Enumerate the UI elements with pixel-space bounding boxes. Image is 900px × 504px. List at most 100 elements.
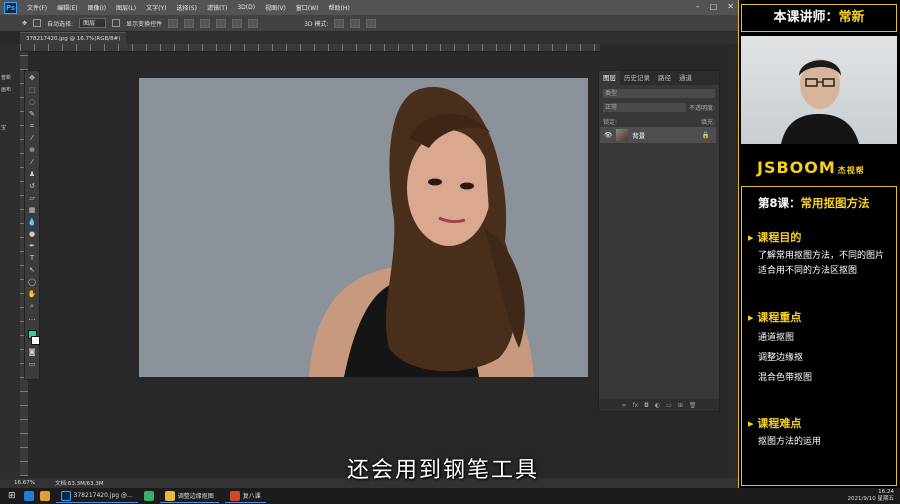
clone-stamp-icon[interactable]: ♟ xyxy=(28,170,37,179)
auto-select-checkbox[interactable] xyxy=(33,19,42,27)
layer-kind-filter[interactable]: 类型 xyxy=(603,88,715,98)
lock-label: 锁定: xyxy=(603,118,618,126)
menu-edit[interactable]: 编辑(E) xyxy=(57,3,77,12)
taskbar-item-label: 复八课 xyxy=(242,493,261,500)
blend-mode-select[interactable]: 正常 xyxy=(603,102,686,112)
quick-mask-icon[interactable]: ◙ xyxy=(28,348,37,357)
close-icon[interactable]: ✕ xyxy=(727,2,734,11)
tab-history[interactable]: 历史记录 xyxy=(620,71,654,85)
zoom-icon[interactable]: ⌕ xyxy=(28,302,37,311)
align-center-icon[interactable] xyxy=(232,18,243,28)
menu-3d[interactable]: 3D(D) xyxy=(237,4,255,11)
screen-mode-icon[interactable]: ▭ xyxy=(28,360,37,369)
type-icon[interactable]: T xyxy=(28,254,37,263)
auto-select-dropdown[interactable]: 图层 xyxy=(79,18,107,28)
layer-row-background[interactable]: 👁 背景 🔒 xyxy=(600,127,716,143)
move-icon[interactable]: ✥ xyxy=(28,74,37,83)
taskbar-item-ppt[interactable]: 复八课 xyxy=(224,489,266,503)
menu-file[interactable]: 文件(F) xyxy=(27,3,47,12)
key-heading: 课程重点 xyxy=(748,309,801,325)
key-item: 混合色带抠图 xyxy=(758,373,813,383)
clock-date: 2021/9/10 星期五 xyxy=(847,496,894,502)
menu-window[interactable]: 窗口(W) xyxy=(296,3,319,12)
document-tab[interactable]: 378217420.jpg @ 16.7%(RGB/8#) xyxy=(20,32,127,44)
history-brush-icon[interactable]: ↺ xyxy=(28,182,37,191)
layer-style-icon[interactable]: fx xyxy=(633,402,639,409)
vertical-scrollbar[interactable] xyxy=(727,44,735,478)
3d-pan-icon[interactable] xyxy=(366,18,377,28)
hand-icon[interactable]: ✋ xyxy=(28,290,37,299)
align-bottom-icon[interactable] xyxy=(200,18,211,28)
gradient-icon[interactable]: ▦ xyxy=(28,206,37,215)
menu-select[interactable]: 选择(S) xyxy=(176,3,197,12)
pen-icon[interactable]: ✒ xyxy=(28,242,37,251)
delete-layer-icon[interactable]: 🗑 xyxy=(689,402,697,409)
menu-help[interactable]: 帮助(H) xyxy=(329,3,350,12)
mode-3d-label: 3D 模式: xyxy=(304,20,329,28)
menu-filter[interactable]: 滤镜(T) xyxy=(207,3,227,12)
align-middle-icon[interactable] xyxy=(184,18,195,28)
tab-channels[interactable]: 通道 xyxy=(675,71,696,85)
align-left-icon[interactable] xyxy=(216,18,227,28)
search-icon[interactable] xyxy=(23,491,34,501)
healing-brush-icon[interactable]: ⊕ xyxy=(28,146,37,155)
3d-rotate-icon[interactable] xyxy=(334,18,345,28)
app-icon[interactable] xyxy=(143,491,154,501)
start-icon[interactable]: ⊞ xyxy=(0,491,24,501)
lasso-icon[interactable]: ◌ xyxy=(28,98,37,107)
tab-layers[interactable]: 图层 xyxy=(599,71,620,85)
show-transform-checkbox[interactable] xyxy=(112,19,121,27)
3d-roll-icon[interactable] xyxy=(350,18,361,28)
key-item: 通道抠图 xyxy=(758,333,795,343)
minimize-icon[interactable]: – xyxy=(696,2,700,11)
menu-type[interactable]: 文字(Y) xyxy=(146,3,166,12)
shape-icon[interactable]: ◯ xyxy=(28,278,37,287)
move-tool-icon[interactable]: ✥ xyxy=(22,20,27,27)
background-color-swatch[interactable] xyxy=(30,336,40,345)
marquee-icon[interactable]: ⬚ xyxy=(28,86,37,95)
add-mask-icon[interactable]: ◘ xyxy=(644,402,649,409)
tab-paths[interactable]: 路径 xyxy=(654,71,675,85)
layer-name: 背景 xyxy=(632,132,646,140)
taskbar-item-folder[interactable]: 调整边缘抠图 xyxy=(159,489,219,503)
brush-icon[interactable]: ⁄ xyxy=(28,158,37,167)
align-right-icon[interactable] xyxy=(248,18,259,28)
quick-select-icon[interactable]: ✎ xyxy=(28,110,37,119)
menu-image[interactable]: 图像(I) xyxy=(88,3,106,12)
difficulty-heading: 课程难点 xyxy=(748,415,801,431)
eraser-icon[interactable]: ▱ xyxy=(28,194,37,203)
document-size: 文档:63.3M/63.3M xyxy=(54,481,104,487)
blur-icon[interactable]: 💧 xyxy=(28,218,37,227)
maximize-icon[interactable]: □ xyxy=(710,2,718,11)
new-group-icon[interactable]: ▭ xyxy=(666,402,672,409)
goal-heading: 课程目的 xyxy=(748,229,801,245)
difficulty-item: 抠图方法的运用 xyxy=(758,437,822,447)
taskbar-item-photoshop[interactable]: 378217420.jpg @... xyxy=(55,489,138,503)
path-select-icon[interactable]: ↖ xyxy=(28,266,37,275)
webcam-view xyxy=(741,36,897,144)
crop-icon[interactable]: ⌗ xyxy=(28,122,37,131)
course-sidebar: 本课讲师：常新 JSBOOM杰视帮 第8课：常用抠图方法 课程目的 了解常用抠图… xyxy=(738,0,900,488)
presentation-icon xyxy=(229,490,240,501)
adjustment-layer-icon[interactable]: ◐ xyxy=(655,402,660,409)
chrome-icon[interactable] xyxy=(39,491,50,501)
zoom-level[interactable]: 16.67% xyxy=(14,480,35,486)
document-canvas[interactable] xyxy=(139,78,588,377)
link-layers-icon[interactable]: ∞ xyxy=(622,402,627,409)
teacher-name: 常新 xyxy=(838,10,865,25)
visibility-eye-icon[interactable]: 👁 xyxy=(604,131,612,139)
align-top-icon[interactable] xyxy=(168,18,179,28)
lesson-box: 第8课：常用抠图方法 课程目的 了解常用抠图方法，不同的图片适合用不同的方法区抠… xyxy=(741,186,897,486)
menu-view[interactable]: 视图(V) xyxy=(265,3,286,12)
system-clock[interactable]: 16:24 2021/9/10 星期五 xyxy=(848,489,894,503)
tools-panel: ✥ ⬚ ◌ ✎ ⌗ ⁄ ⊕ ⁄ ♟ ↺ ▱ ▦ 💧 ● ✒ T ↖ ◯ ✋ ⌕ … xyxy=(24,70,40,380)
menu-layer[interactable]: 图层(L) xyxy=(116,3,136,12)
new-layer-icon[interactable]: ⊞ xyxy=(678,402,683,409)
eyedropper-icon[interactable]: ⁄ xyxy=(28,134,37,143)
dodge-icon[interactable]: ● xyxy=(28,230,37,239)
layers-panel: 图层 历史记录 路径 通道 类型 正常 不透明度: 锁定: 填充: 👁 背景 🔒 ∞… xyxy=(598,70,720,412)
photoshop-window: Ps 文件(F) 编辑(E) 图像(I) 图层(L) 文字(Y) 选择(S) 滤… xyxy=(0,0,738,488)
more-tools-icon[interactable]: … xyxy=(28,314,37,323)
left-edge-strip: 普新 画布 宝 xyxy=(0,44,20,484)
lock-icon: 🔒 xyxy=(701,131,710,139)
